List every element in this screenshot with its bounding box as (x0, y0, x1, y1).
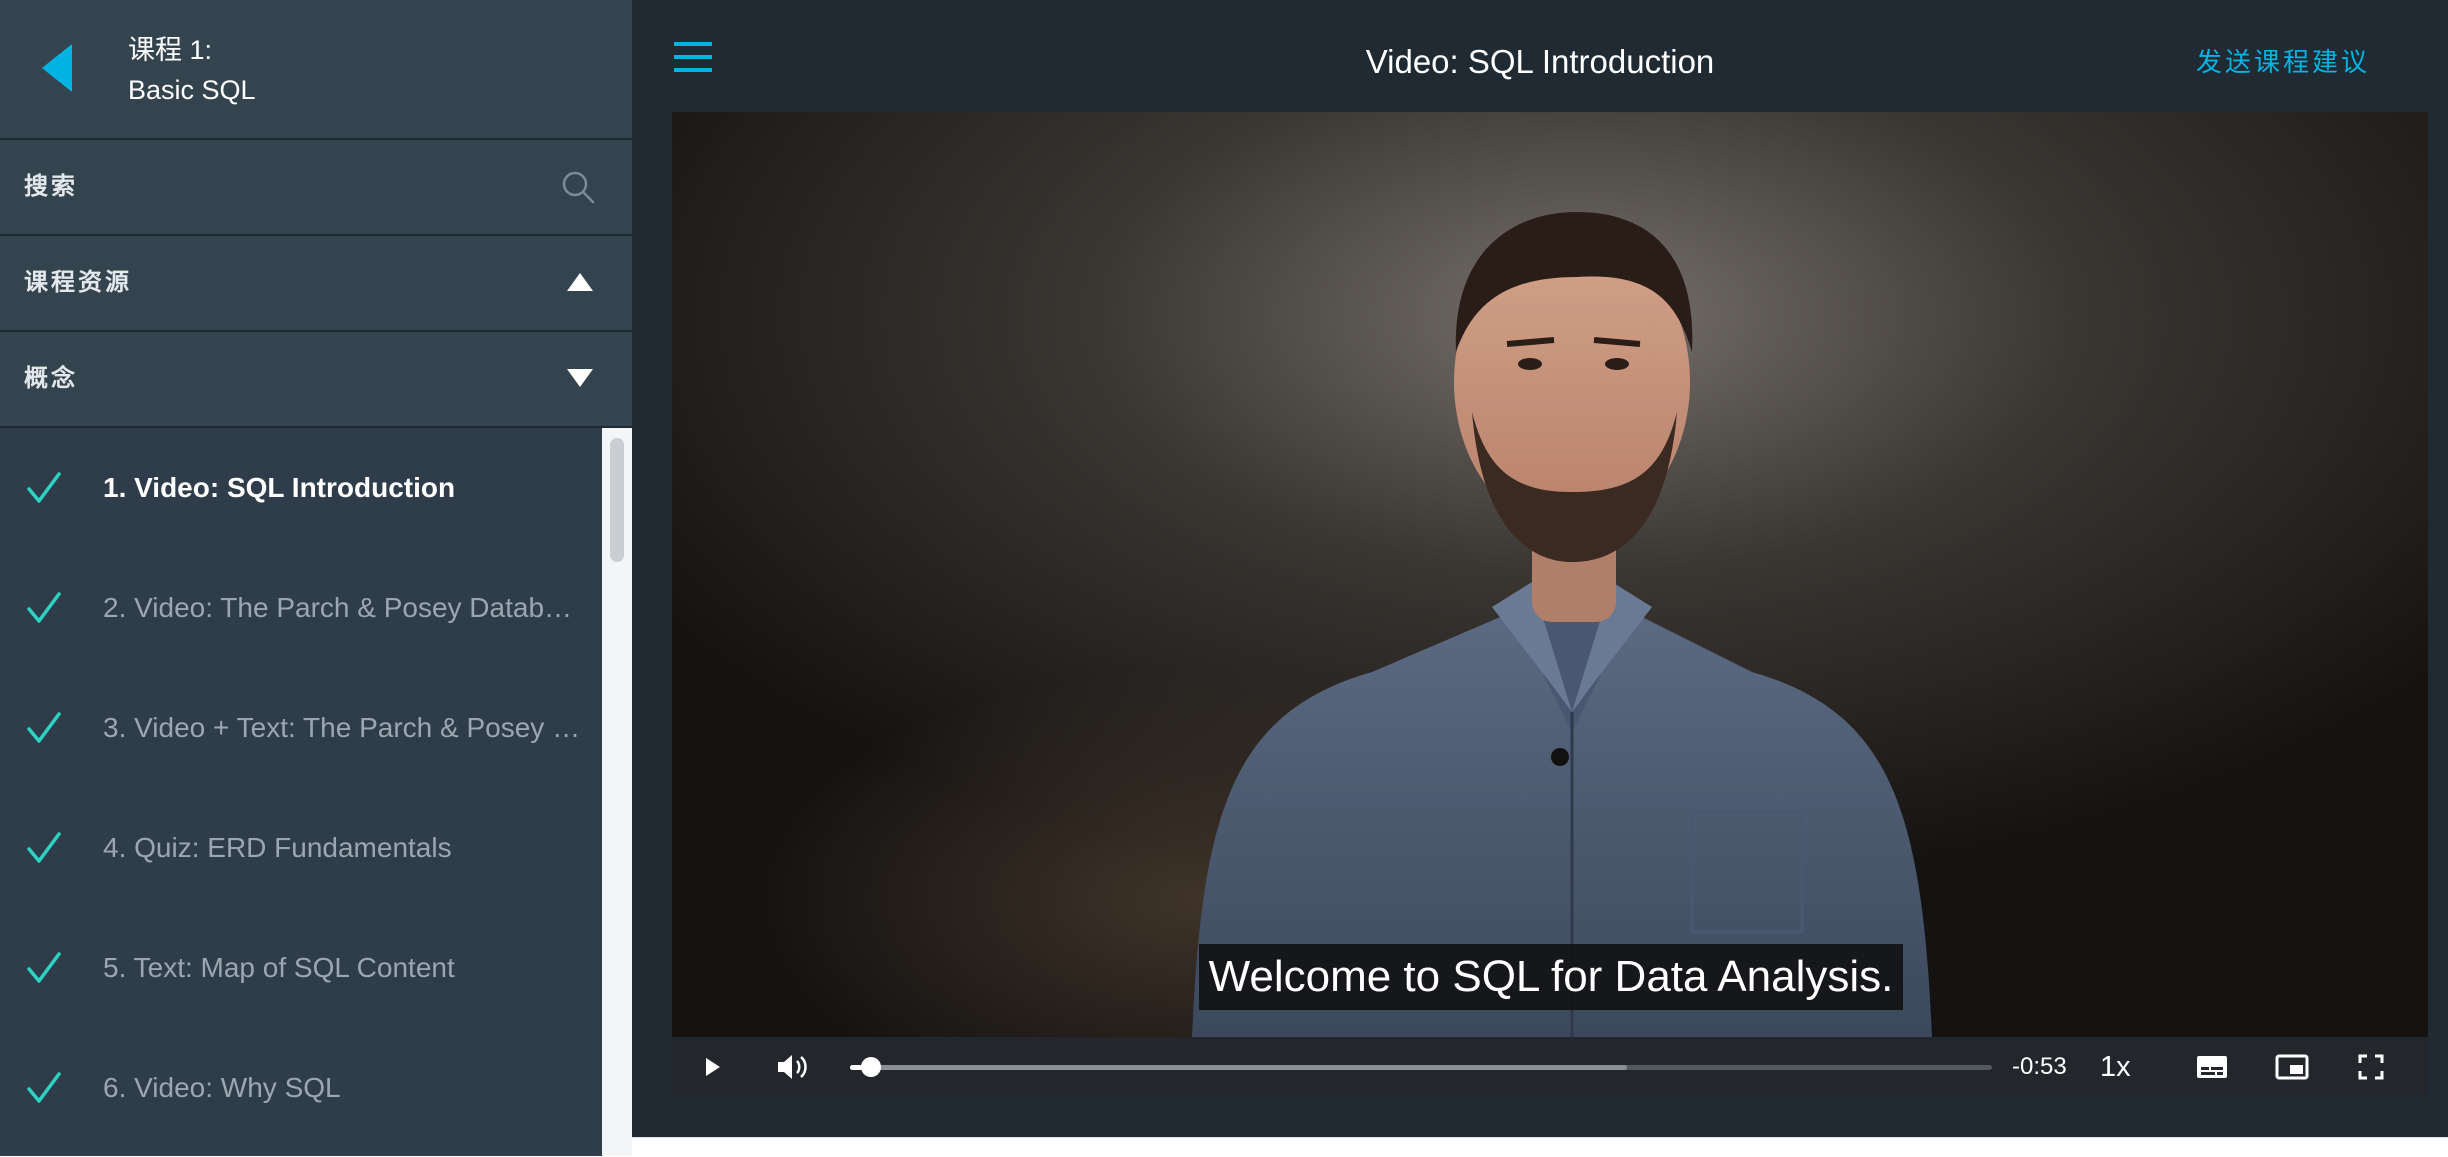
back-arrow-icon (42, 44, 72, 92)
video-controls: -0:53 1x (672, 1037, 2428, 1097)
play-button[interactable] (694, 1037, 734, 1097)
play-icon (706, 1058, 720, 1076)
concept-item-label: 4. Quiz: ERD Fundamentals (103, 832, 452, 863)
concept-item[interactable]: 3. Video + Text: The Parch & Posey Datab… (0, 668, 602, 788)
concept-item[interactable]: 1. Video: SQL Introduction (0, 428, 602, 548)
checkmark-icon (27, 472, 61, 503)
concept-item[interactable]: 6. Video: Why SQL (0, 1028, 602, 1148)
volume-icon (778, 1055, 807, 1079)
closed-captions-icon (2197, 1056, 2227, 1078)
captions-button[interactable] (2194, 1037, 2232, 1097)
concept-item[interactable]: 4. Quiz: ERD Fundamentals (0, 788, 602, 908)
concept-item-label: 5. Text: Map of SQL Content (103, 952, 455, 983)
concept-item[interactable]: 2. Video: The Parch & Posey Database (0, 548, 602, 668)
chevron-up-icon (567, 273, 593, 291)
concept-item-label: 1. Video: SQL Introduction (103, 472, 456, 503)
fullscreen-button[interactable] (2354, 1037, 2390, 1097)
scrollbar-thumb[interactable] (610, 438, 624, 562)
course-title: Basic SQL (128, 75, 256, 105)
chevron-down-icon (567, 369, 593, 387)
time-remaining: -0:53 (2012, 1053, 2067, 1080)
concept-item-label: 6. Video: Why SQL (103, 1072, 341, 1103)
top-bar: Video: SQL Introduction 发送课程建议 (632, 0, 2448, 112)
video-frame-image (672, 112, 2428, 1037)
progress-handle[interactable] (860, 1057, 881, 1077)
back-button[interactable] (38, 40, 82, 96)
picture-in-picture-button[interactable] (2274, 1037, 2312, 1097)
course-resources-toggle[interactable]: 课程资源 (0, 236, 632, 332)
checkmark-icon (27, 952, 61, 983)
sidebar-scrollbar[interactable] (602, 428, 632, 1156)
concept-item-label: 3. Video + Text: The Parch & Posey Datab… (103, 712, 583, 743)
concept-item-label: 2. Video: The Parch & Posey Database (103, 592, 583, 623)
course-number: 课程 1: (128, 35, 213, 65)
checkmark-icon (27, 712, 61, 743)
search-icon[interactable] (560, 169, 596, 205)
fullscreen-icon (2358, 1054, 2384, 1080)
playback-speed-button[interactable]: 1x (2100, 1037, 2150, 1097)
content-below-video (632, 1137, 2448, 1157)
sidebar-header: 课程 1: Basic SQL (0, 0, 632, 140)
send-feedback-link[interactable]: 发送课程建议 (2196, 0, 2370, 124)
search-row[interactable]: 搜索 (0, 140, 632, 236)
progress-buffered (850, 1065, 1627, 1070)
video-player[interactable]: Welcome to SQL for Data Analysis. -0:53 … (672, 112, 2428, 1097)
search-label: 搜索 (24, 173, 78, 200)
lesson-sidebar: 课程 1: Basic SQL 搜索 课程资源 概念 1. Video: SQL… (0, 0, 632, 1156)
video-frame: Welcome to SQL for Data Analysis. -0:53 … (632, 112, 2448, 1137)
checkmark-icon (27, 832, 61, 863)
concept-item[interactable]: 5. Text: Map of SQL Content (0, 908, 602, 1028)
main-content: Video: SQL Introduction 发送课程建议 Welcome t… (632, 0, 2448, 1157)
checkmark-icon (27, 592, 61, 623)
volume-button[interactable] (772, 1037, 816, 1097)
caption-text: Welcome to SQL for Data Analysis. (1198, 944, 1904, 1010)
course-resources-label: 课程资源 (24, 269, 132, 296)
concepts-toggle[interactable]: 概念 (0, 332, 632, 428)
concept-list: 1. Video: SQL Introduction 2. Video: The … (0, 428, 602, 1156)
checkmark-icon (27, 1072, 61, 1103)
concepts-label: 概念 (24, 365, 78, 392)
video-caption: Welcome to SQL for Data Analysis. (672, 944, 2428, 1010)
progress-bar[interactable] (850, 1037, 1992, 1097)
picture-in-picture-icon (2275, 1054, 2309, 1080)
page-title: Video: SQL Introduction (1365, 43, 1715, 80)
